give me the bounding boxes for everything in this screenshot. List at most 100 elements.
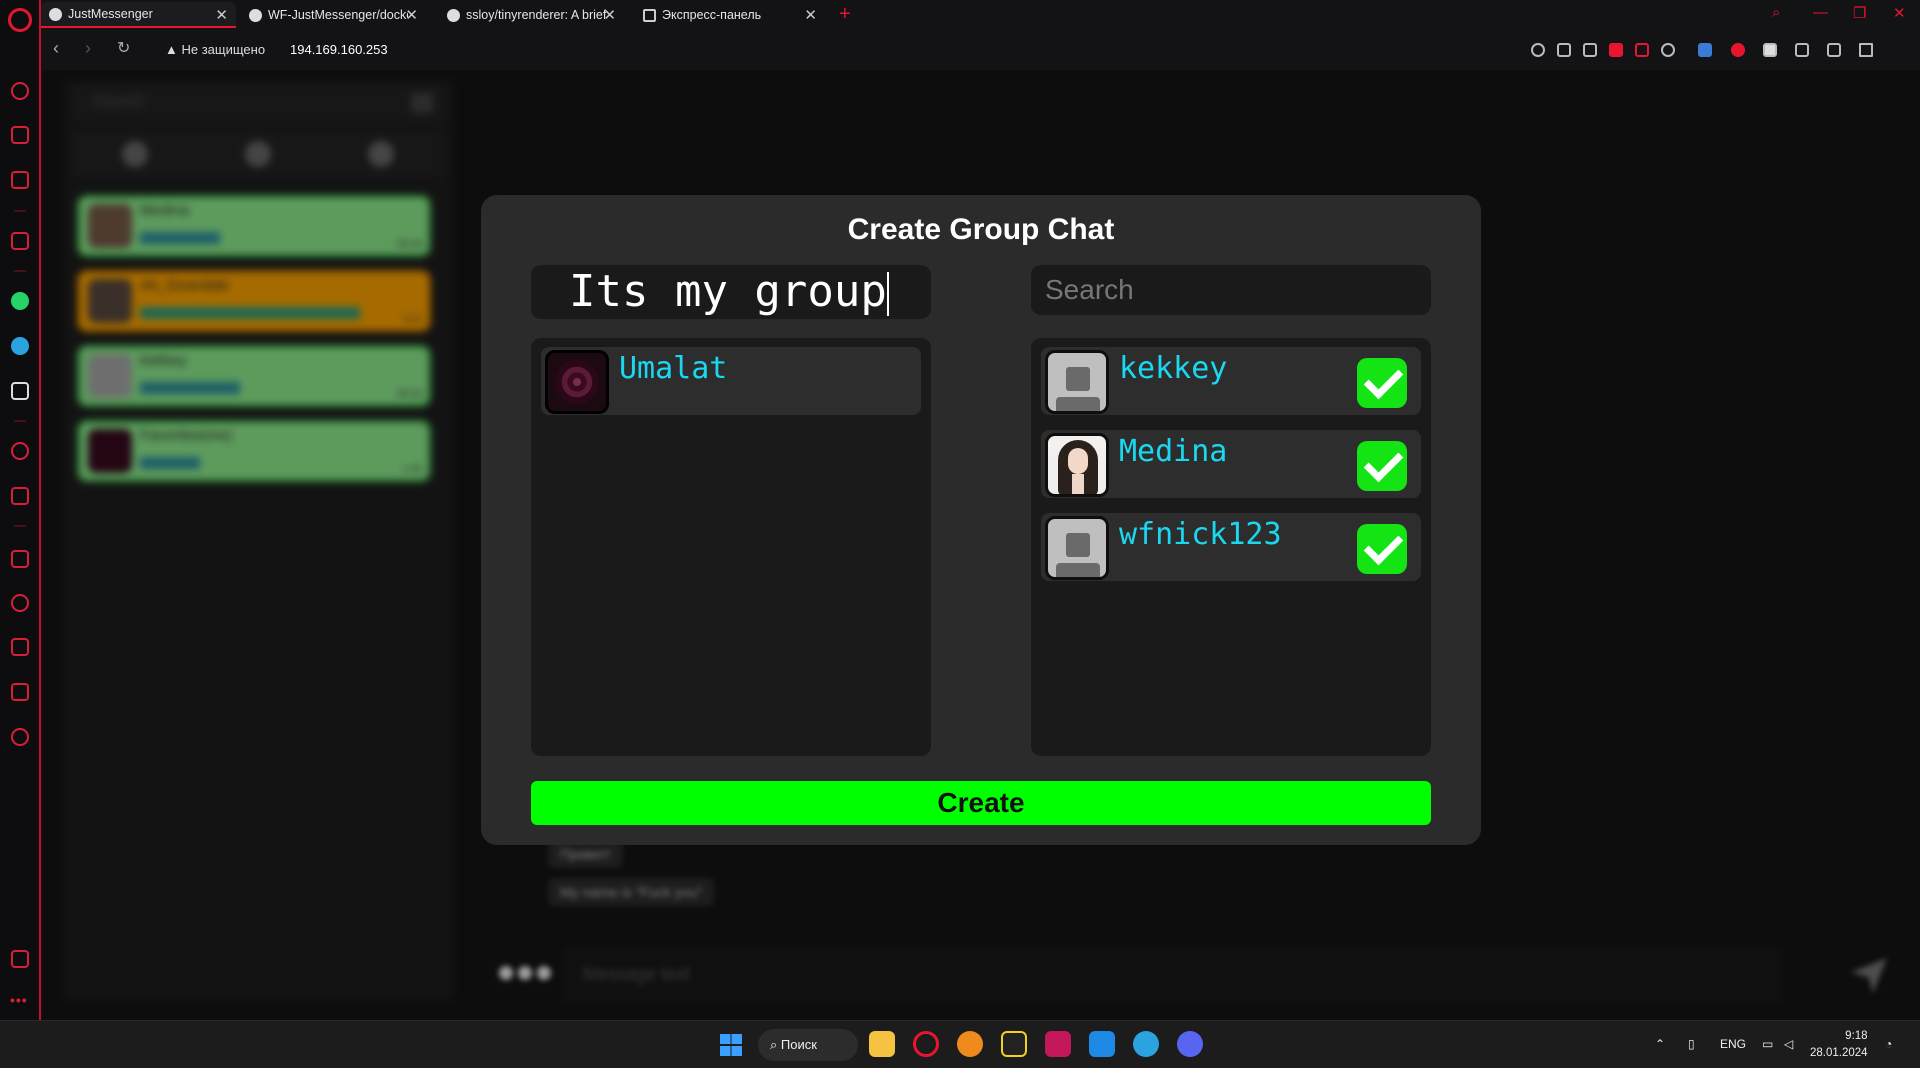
- create-group-modal: Create Group Chat Its my group Search Um…: [481, 195, 1481, 845]
- avatar: [545, 350, 609, 414]
- user-item-medina[interactable]: Medina: [1041, 430, 1421, 498]
- whatsapp-icon[interactable]: [11, 292, 29, 310]
- notification-icon[interactable]: ◔: [1885, 1037, 1892, 1051]
- user-name: kekkey: [1119, 351, 1228, 386]
- new-tab-button[interactable]: +: [839, 3, 851, 26]
- telegram-icon[interactable]: [11, 337, 29, 355]
- file-explorer-icon[interactable]: [869, 1031, 895, 1057]
- flow-icon[interactable]: [1635, 43, 1649, 57]
- clock[interactable]: 9:18 28.01.2024: [1810, 1028, 1868, 1062]
- default-avatar-icon: [1045, 516, 1109, 580]
- app-icon[interactable]: [1001, 1031, 1027, 1057]
- menu-icon[interactable]: [1859, 43, 1873, 57]
- cube-icon[interactable]: [1795, 43, 1809, 57]
- close-icon[interactable]: ✕: [804, 6, 817, 24]
- close-icon[interactable]: ✕: [603, 6, 616, 24]
- checkbox-checked-icon[interactable]: [1357, 524, 1407, 574]
- user-name: Medina: [1119, 434, 1228, 469]
- group-name-input[interactable]: Its my group: [531, 265, 931, 319]
- intellij-icon[interactable]: [1045, 1031, 1071, 1057]
- user-item-kekkey[interactable]: kekkey: [1041, 347, 1421, 415]
- tab-speed-dial[interactable]: Экспресс-панель ✕: [635, 2, 825, 28]
- discord-icon[interactable]: [1177, 1031, 1203, 1057]
- user-search-input[interactable]: Search: [1031, 265, 1431, 315]
- extension-icon[interactable]: [1731, 43, 1745, 57]
- camera-icon[interactable]: [1583, 43, 1597, 57]
- security-warning[interactable]: ▲ Не защищено: [165, 42, 265, 57]
- player-icon[interactable]: [11, 442, 29, 460]
- telegram-icon[interactable]: [1133, 1031, 1159, 1057]
- tab-bar: JustMessenger ✕ WF-JustMessenger/docker …: [41, 0, 1920, 30]
- chevron-up-icon[interactable]: ⌃: [1655, 1037, 1665, 1051]
- settings-icon[interactable]: [11, 728, 29, 746]
- translate-icon[interactable]: [1698, 43, 1712, 57]
- pinboard-icon[interactable]: [11, 550, 29, 568]
- address-bar: ‹ › ↻ ▲ Не защищено 194.169.160.253: [41, 30, 1920, 70]
- opera-icon[interactable]: [913, 1031, 939, 1057]
- volume-icon[interactable]: ◁: [1784, 1037, 1793, 1051]
- member-item-umalat[interactable]: Umalat: [541, 347, 921, 415]
- tab-title: WF-JustMessenger/docker: [268, 8, 408, 22]
- create-button[interactable]: Create: [531, 781, 1431, 825]
- checkbox-checked-icon[interactable]: [1357, 441, 1407, 491]
- github-icon: [447, 8, 460, 22]
- forward-button[interactable]: ›: [85, 38, 91, 59]
- download-icon[interactable]: [11, 638, 29, 656]
- clock-time: 9:18: [1845, 1030, 1868, 1042]
- network-icon[interactable]: ▭: [1762, 1037, 1773, 1051]
- checkbox-checked-icon[interactable]: [1357, 358, 1407, 408]
- url-field[interactable]: 194.169.160.253: [290, 42, 388, 57]
- download-icon[interactable]: [1827, 43, 1841, 57]
- user-item-wfnick123[interactable]: wfnick123: [1041, 513, 1421, 581]
- avatar: [1045, 433, 1109, 497]
- shield-icon[interactable]: [1763, 43, 1777, 57]
- adblock-icon[interactable]: [1609, 43, 1623, 57]
- windows-start-icon[interactable]: [720, 1034, 742, 1056]
- security-label: Не защищено: [181, 42, 266, 57]
- maximize-button[interactable]: ❐: [1853, 4, 1866, 22]
- back-button[interactable]: ‹: [53, 38, 59, 59]
- member-name: Umalat: [619, 351, 728, 386]
- history-icon[interactable]: [11, 594, 29, 612]
- opera-sidebar: •••: [0, 0, 41, 1020]
- default-avatar-icon: [1045, 350, 1109, 414]
- globe-icon: [49, 7, 62, 21]
- speed-dial-icon[interactable]: [11, 82, 29, 100]
- sidebar-divider: [14, 210, 26, 212]
- github-icon: [249, 8, 262, 22]
- tab-github-tinyrenderer[interactable]: ssloy/tinyrenderer: A brief ✕: [439, 2, 624, 28]
- heart-icon[interactable]: [1661, 43, 1675, 57]
- clock-date: 28.01.2024: [1810, 1047, 1868, 1059]
- close-window-button[interactable]: ✕: [1893, 4, 1906, 22]
- search-tabs-icon[interactable]: ⌕: [1772, 4, 1780, 21]
- send-icon[interactable]: [11, 487, 29, 505]
- emoji-icon[interactable]: [1531, 43, 1545, 57]
- taskbar-search[interactable]: ⌕ Поиск: [758, 1029, 858, 1061]
- opera-logo-icon[interactable]: [8, 8, 32, 32]
- box-icon[interactable]: [11, 171, 29, 189]
- extensions-icon[interactable]: [11, 683, 29, 701]
- bag-icon[interactable]: [11, 126, 29, 144]
- sidebar-divider: [14, 525, 26, 527]
- edit-icon[interactable]: [1557, 43, 1571, 57]
- taskbar-search-label: Поиск: [780, 1037, 817, 1052]
- tab-title: Экспресс-панель: [662, 8, 762, 22]
- close-icon[interactable]: ✕: [215, 6, 228, 24]
- tab-justmessenger[interactable]: JustMessenger ✕: [41, 2, 236, 28]
- battery-icon[interactable]: ▯: [1688, 1037, 1695, 1051]
- aria-icon[interactable]: [11, 232, 29, 250]
- tab-title: ssloy/tinyrenderer: A brief: [466, 8, 606, 22]
- reload-button[interactable]: ↻: [117, 38, 130, 58]
- gallery-icon[interactable]: [11, 950, 29, 968]
- more-icon[interactable]: •••: [10, 992, 28, 1008]
- app-icon[interactable]: [957, 1031, 983, 1057]
- user-list: kekkey Medina wfnick123: [1031, 338, 1431, 756]
- minimize-button[interactable]: —: [1813, 4, 1828, 21]
- discord-icon[interactable]: [11, 382, 29, 400]
- group-name-value: Its my group: [569, 266, 887, 317]
- selected-members-list: Umalat: [531, 338, 931, 756]
- webstorm-icon[interactable]: [1089, 1031, 1115, 1057]
- close-icon[interactable]: ✕: [405, 6, 418, 24]
- tab-github-docker[interactable]: WF-JustMessenger/docker ✕: [241, 2, 426, 28]
- language-indicator[interactable]: ENG: [1720, 1037, 1746, 1051]
